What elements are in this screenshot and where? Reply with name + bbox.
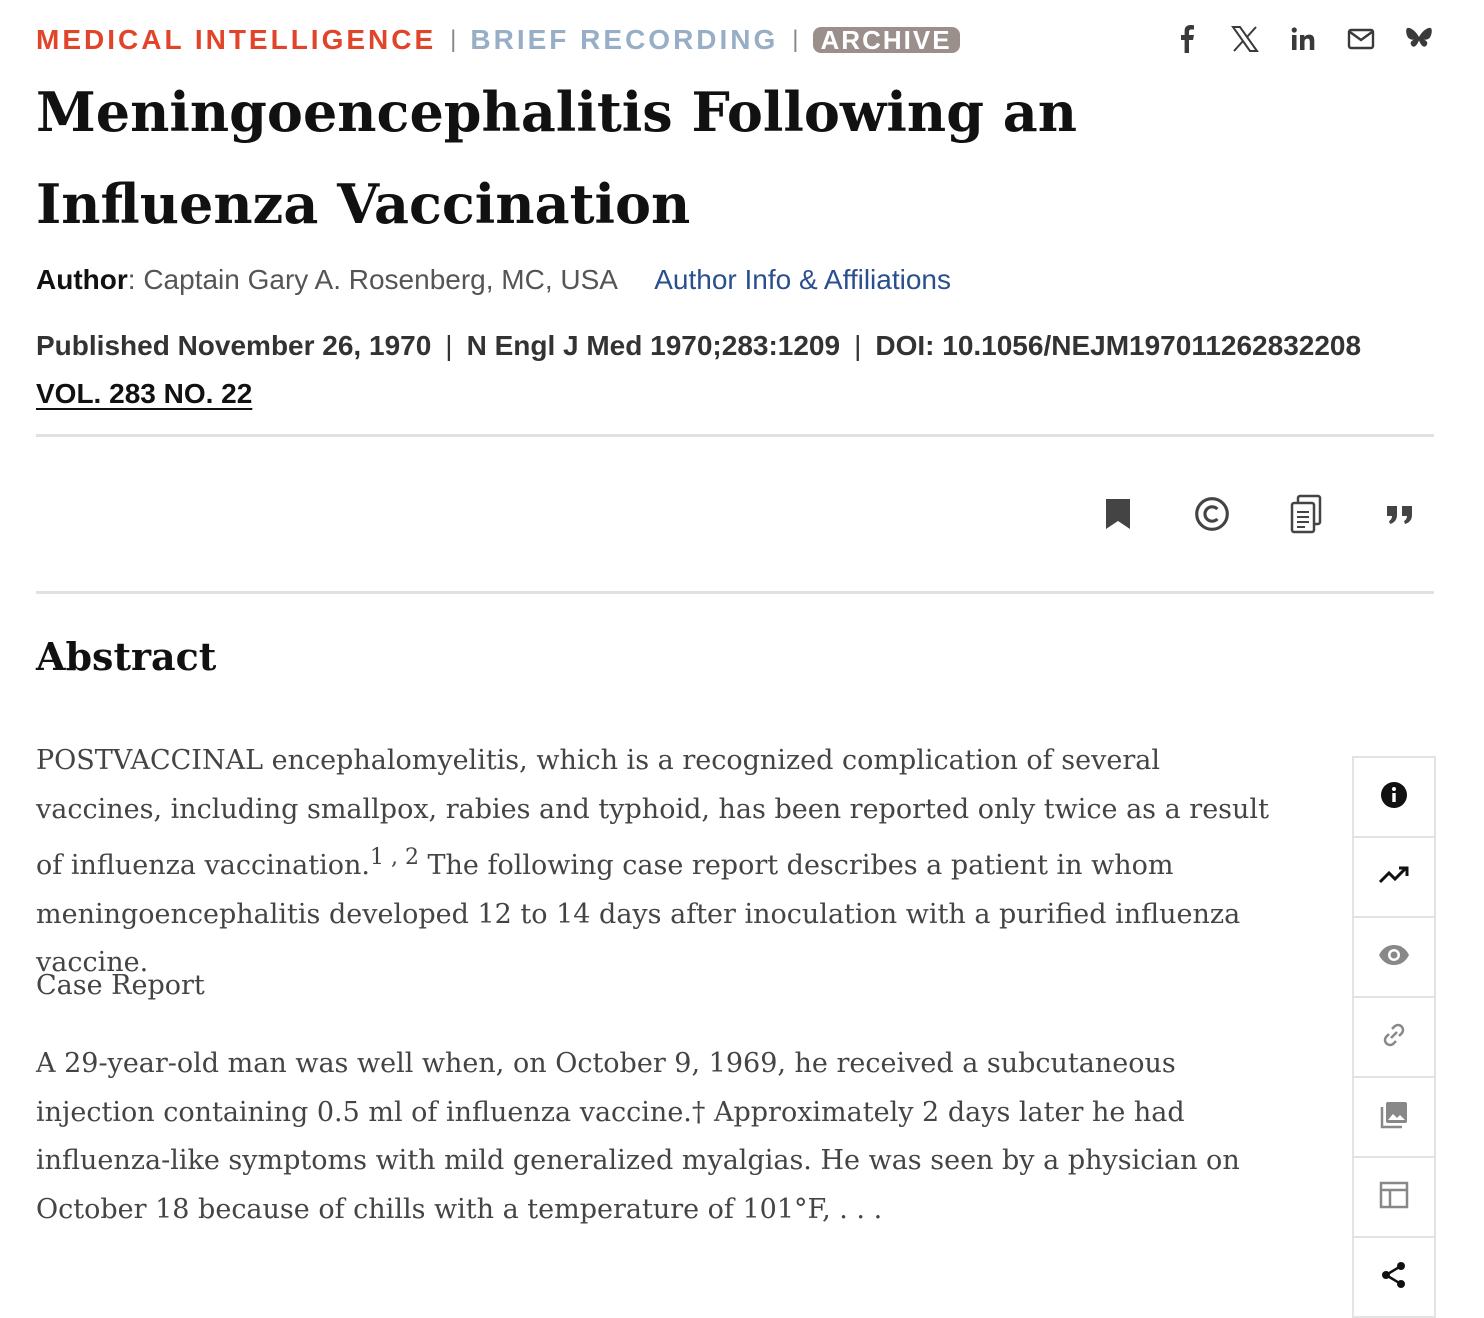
header-bar: MEDICAL INTELLIGENCE | BRIEF RECORDING |… [36,20,1434,60]
doi: DOI: 10.1056/NEJM197011262832208 [875,330,1362,361]
info-icon [1380,781,1408,814]
archive-badge: ARCHIVE [812,27,960,53]
reference-superscript[interactable]: 1 , 2 [370,845,419,870]
facebook-icon[interactable] [1172,24,1202,54]
share-icon [1379,1260,1409,1295]
section-label[interactable]: MEDICAL INTELLIGENCE [36,24,436,56]
kicker-separator: | [792,26,799,53]
figures-icon [1379,1100,1409,1135]
published-date: Published November 26, 1970 [36,330,432,361]
case-report-heading: Case Report [36,970,205,1001]
email-icon[interactable] [1346,24,1376,54]
link-icon [1379,1020,1409,1055]
author-line: Author: Captain Gary A. Rosenberg, MC, U… [36,264,951,296]
author-name: Captain Gary A. Rosenberg, MC, USA [143,264,617,295]
sidebar-tables[interactable] [1354,1158,1434,1238]
kicker-separator: | [450,26,457,53]
abstract-heading: Abstract [36,634,217,679]
divider [36,591,1434,594]
author-colon: : [127,264,136,295]
linkedin-icon[interactable] [1288,24,1318,54]
sidebar-share[interactable] [1354,1238,1434,1318]
divider [36,434,1434,437]
copyright-icon[interactable] [1194,494,1230,534]
right-sidebar [1352,756,1436,1318]
citation: N Engl J Med 1970;283:1209 [466,330,841,361]
article-tools [1100,494,1418,534]
sidebar-view[interactable] [1354,918,1434,998]
bluesky-icon[interactable] [1404,24,1434,54]
abstract-paragraph: POSTVACCINAL encephalomyelitis, which is… [36,737,1286,988]
metrics-icon [1378,864,1410,891]
pub-separator: | [445,330,453,361]
sidebar-info[interactable] [1354,758,1434,838]
copy-icon[interactable] [1288,494,1324,534]
pub-separator: | [854,330,862,361]
publication-info: Published November 26, 1970 | N Engl J Med… [36,330,1361,362]
tables-icon [1379,1181,1409,1214]
x-icon[interactable] [1230,24,1260,54]
sidebar-figures[interactable] [1354,1078,1434,1158]
article-title: Meningoencephalitis Following an Influen… [36,80,1078,236]
volume-link[interactable]: VOL. 283 NO. 22 [36,378,252,410]
case-report-paragraph: A 29-year-old man was well when, on Octo… [36,1048,1240,1225]
view-icon [1377,943,1411,972]
subsection-label[interactable]: BRIEF RECORDING [470,24,778,56]
author-info-link[interactable]: Author Info & Affiliations [654,264,951,295]
quote-icon[interactable] [1382,494,1418,534]
sidebar-metrics[interactable] [1354,838,1434,918]
bookmark-icon[interactable] [1100,494,1136,534]
article-kicker: MEDICAL INTELLIGENCE | BRIEF RECORDING |… [36,24,960,56]
sidebar-link[interactable] [1354,998,1434,1078]
author-label: Author [36,264,128,295]
social-share-bar [1172,24,1434,54]
